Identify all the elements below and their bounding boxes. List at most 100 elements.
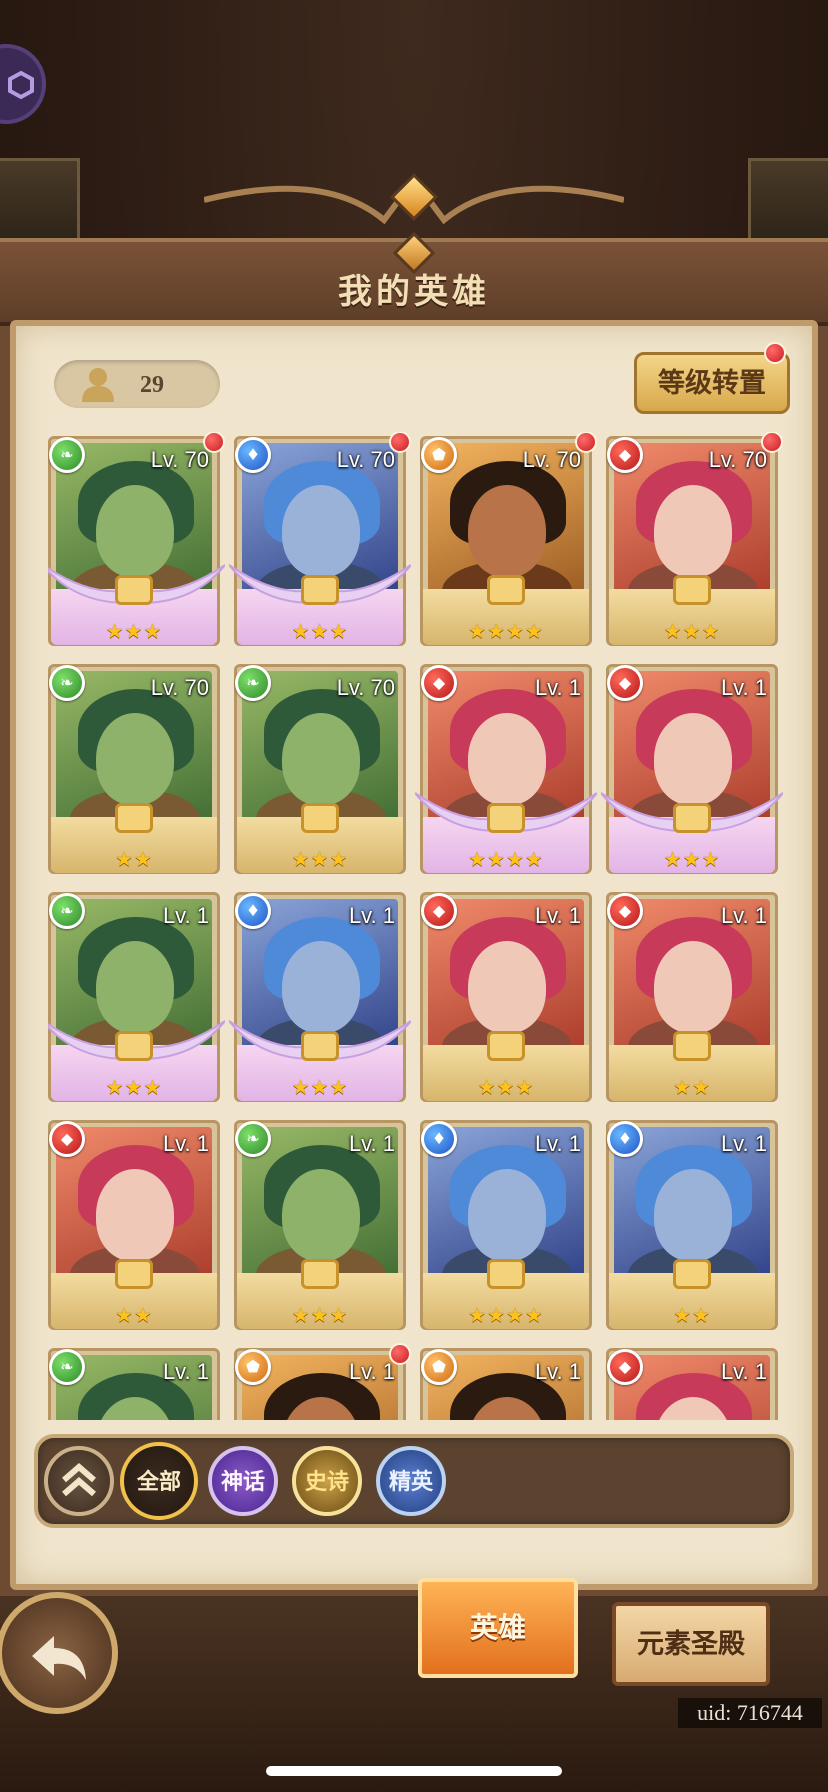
star-rating: ★★★★ xyxy=(468,619,544,643)
back-button[interactable] xyxy=(0,1592,118,1714)
notification-dot xyxy=(203,432,225,453)
earth-element-icon: ⬟ xyxy=(421,437,457,473)
water-element-icon: ♦ xyxy=(235,893,271,929)
hero-level: Lv. 1 xyxy=(720,675,767,700)
hero-level: Lv. 1 xyxy=(534,1359,581,1384)
tab-heroes[interactable]: 英雄 xyxy=(418,1578,578,1678)
hero-face xyxy=(282,1169,360,1261)
hero-card[interactable]: ❧ Lv. 1 xyxy=(48,1348,220,1420)
star-rating: ★★★ xyxy=(663,847,721,871)
hero-face xyxy=(654,941,732,1033)
hero-card[interactable]: ⬟ Lv. 1 xyxy=(234,1343,411,1420)
hero-level: Lv. 70 xyxy=(336,675,395,700)
rarity-emblem-icon xyxy=(487,575,525,605)
fire-element-icon: ◆ xyxy=(607,437,643,473)
star-rating: ★★★ xyxy=(477,1075,535,1099)
hero-card[interactable]: ★★ ◆ Lv. 1 xyxy=(48,1120,220,1330)
hero-card[interactable]: ★★★ ❧ Lv. 70 xyxy=(48,432,225,646)
hero-level: Lv. 1 xyxy=(162,903,209,928)
chevron-up-double-icon xyxy=(62,1463,96,1497)
filter-mythic-button[interactable]: 神话 xyxy=(208,1446,278,1516)
hero-card[interactable]: ★★★ ❧ Lv. 70 xyxy=(234,664,406,874)
hexagon-menu-icon[interactable] xyxy=(0,44,46,124)
water-element-icon: ♦ xyxy=(235,437,271,473)
star-rating: ★★★ xyxy=(291,847,349,871)
nature-element-icon: ❧ xyxy=(235,665,271,701)
rarity-emblem-icon xyxy=(115,575,153,605)
hero-count: 29 xyxy=(140,372,164,398)
fire-element-icon: ◆ xyxy=(607,893,643,929)
hero-level: Lv. 1 xyxy=(348,903,395,928)
home-indicator xyxy=(266,1766,562,1776)
notification-dot xyxy=(575,432,597,453)
hero-card[interactable]: ★★★ ❧ Lv. 1 xyxy=(234,1120,406,1330)
right-pillar-decoration xyxy=(748,158,828,242)
hero-card[interactable]: ⬟ Lv. 1 xyxy=(420,1348,592,1420)
collapse-button[interactable] xyxy=(44,1446,114,1516)
nature-element-icon: ❧ xyxy=(49,893,85,929)
hero-level: Lv. 70 xyxy=(150,447,209,472)
hero-face xyxy=(654,1169,732,1261)
star-rating: ★★★ xyxy=(291,1075,349,1099)
hero-level: Lv. 1 xyxy=(348,1131,395,1156)
hero-level: Lv. 70 xyxy=(336,447,395,472)
hero-face xyxy=(654,485,732,577)
nature-element-icon: ❧ xyxy=(49,1349,85,1385)
star-rating: ★★★ xyxy=(663,619,721,643)
hero-face xyxy=(96,713,174,805)
hero-card[interactable]: ★★ ◆ Lv. 1 xyxy=(606,892,778,1102)
hero-card[interactable]: ★★★ ◆ Lv. 70 xyxy=(606,432,783,646)
hero-level: Lv. 1 xyxy=(534,903,581,928)
hero-level: Lv. 1 xyxy=(720,1359,767,1384)
hero-card[interactable]: ★★ ♦ Lv. 1 xyxy=(606,1120,778,1330)
tab-element-temple[interactable]: 元素圣殿 xyxy=(612,1602,770,1686)
star-rating: ★★★ xyxy=(105,619,163,643)
left-pillar-decoration xyxy=(0,158,80,242)
notification-dot xyxy=(764,342,786,364)
hero-card[interactable]: ★★ ❧ Lv. 70 xyxy=(48,664,220,874)
hero-level: Lv. 70 xyxy=(150,675,209,700)
rarity-emblem-icon xyxy=(487,1031,525,1061)
hero-face xyxy=(96,1169,174,1261)
star-rating: ★★ xyxy=(115,1303,153,1327)
hero-face xyxy=(468,1169,546,1261)
rarity-emblem-icon xyxy=(115,803,153,833)
filter-elite-button[interactable]: 精英 xyxy=(376,1446,446,1516)
uid-label: uid: 716744 xyxy=(678,1698,822,1728)
hero-face xyxy=(468,941,546,1033)
filter-epic-button[interactable]: 史诗 xyxy=(292,1446,362,1516)
hero-card[interactable]: ★★★★ ♦ Lv. 1 xyxy=(420,1120,592,1330)
hero-collection-screen: 我的英雄 29 等级转置 ★★★ ❧ Lv. 70 ★★★ ♦ Lv. 70 ★★★★ ⬟ Lv… xyxy=(0,0,828,1792)
star-rating: ★★★★ xyxy=(468,1303,544,1327)
nature-element-icon: ❧ xyxy=(235,1121,271,1157)
star-rating: ★★ xyxy=(673,1303,711,1327)
earth-element-icon: ⬟ xyxy=(421,1349,457,1385)
hero-card[interactable]: ★★★★ ⬟ Lv. 70 xyxy=(420,432,597,646)
hero-card[interactable]: ★★★ ◆ Lv. 1 xyxy=(420,892,592,1102)
hero-level: Lv. 1 xyxy=(720,903,767,928)
hero-card[interactable]: ★★★ ❧ Lv. 1 xyxy=(48,892,225,1102)
notification-dot xyxy=(389,432,411,453)
star-rating: ★★★ xyxy=(291,619,349,643)
fire-element-icon: ◆ xyxy=(607,1349,643,1385)
hero-card[interactable]: ★★★ ♦ Lv. 1 xyxy=(229,892,411,1102)
nature-element-icon: ❧ xyxy=(49,665,85,701)
hero-level: Lv. 70 xyxy=(522,447,581,472)
hero-card[interactable]: ★★★ ♦ Lv. 70 xyxy=(229,432,411,646)
hero-card[interactable]: ★★★★ ◆ Lv. 1 xyxy=(415,664,597,874)
rarity-emblem-icon xyxy=(673,575,711,605)
level-transfer-button[interactable]: 等级转置 xyxy=(634,352,790,414)
hero-card[interactable]: ◆ Lv. 1 xyxy=(606,1348,778,1420)
rarity-emblem-icon xyxy=(673,1031,711,1061)
fire-element-icon: ◆ xyxy=(421,665,457,701)
hero-grid[interactable]: ★★★ ❧ Lv. 70 ★★★ ♦ Lv. 70 ★★★★ ⬟ Lv. 70 ★★★ ◆ Lv. 7… xyxy=(48,432,790,1420)
rarity-emblem-icon xyxy=(487,803,525,833)
back-arrow-icon xyxy=(32,1636,86,1680)
hero-level: Lv. 1 xyxy=(534,675,581,700)
rarity-emblem-icon xyxy=(115,1031,153,1061)
filter-all-button[interactable]: 全部 xyxy=(120,1442,198,1520)
hero-level: Lv. 1 xyxy=(162,1131,209,1156)
nature-element-icon: ❧ xyxy=(49,437,85,473)
hero-card[interactable]: ★★★ ◆ Lv. 1 xyxy=(601,664,783,874)
hero-level: Lv. 70 xyxy=(708,447,767,472)
